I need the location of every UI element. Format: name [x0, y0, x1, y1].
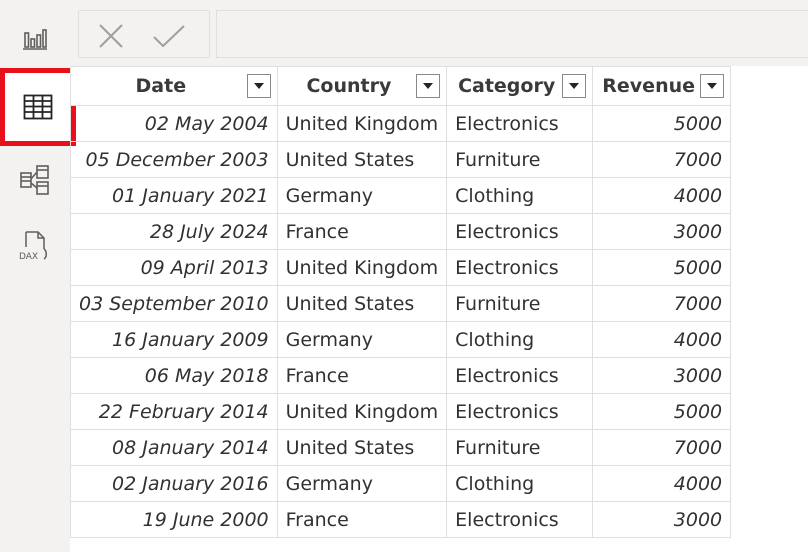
model-view-button[interactable] [4, 148, 66, 212]
column-header-label: Country [306, 75, 392, 97]
cell-revenue[interactable]: 3000 [592, 357, 732, 394]
cell-date[interactable]: 01 January 2021 [70, 177, 278, 214]
report-view-button[interactable] [4, 6, 66, 70]
filter-dropdown-button[interactable] [700, 74, 725, 98]
cell-date[interactable]: 03 September 2010 [70, 285, 278, 322]
cell-category[interactable]: Electronics [446, 501, 594, 538]
cell-country[interactable]: United Kingdom [276, 105, 448, 142]
bar-chart-icon [23, 29, 47, 50]
cell-revenue[interactable]: 4000 [592, 465, 732, 502]
table-row[interactable]: 06 May 2018 France Electronics 3000 [70, 357, 732, 394]
cell-revenue[interactable]: 5000 [592, 249, 732, 286]
chevron-down-icon [253, 83, 264, 89]
cell-category[interactable]: Clothing [446, 465, 594, 502]
column-header-country[interactable]: Country [276, 66, 448, 106]
column-header-label: Revenue [602, 75, 696, 97]
table-row[interactable]: 03 September 2010 United States Furniture 7… [70, 285, 732, 322]
cell-country[interactable]: Germany [276, 177, 448, 214]
cell-category[interactable]: Clothing [446, 321, 594, 358]
cell-revenue[interactable]: 5000 [592, 393, 732, 430]
table-row[interactable]: 28 July 2024 France Electronics 3000 [70, 213, 732, 250]
cell-country[interactable]: United States [276, 429, 448, 466]
table-row[interactable]: 05 December 2003 United States Furniture 70… [70, 141, 732, 178]
data-table: Date Country Category Revenue 02 May 200… [70, 66, 732, 538]
cell-revenue[interactable]: 3000 [592, 501, 732, 538]
formula-bar [70, 0, 808, 66]
commit-button[interactable] [147, 21, 191, 51]
cell-date[interactable]: 16 January 2009 [70, 321, 278, 358]
cell-date[interactable]: 06 May 2018 [70, 357, 278, 394]
cell-country[interactable]: France [276, 213, 448, 250]
cell-category[interactable]: Electronics [446, 105, 594, 142]
cancel-button[interactable] [89, 21, 133, 51]
cell-date[interactable]: 08 January 2014 [70, 429, 278, 466]
cell-revenue[interactable]: 7000 [592, 429, 732, 466]
dax-document-icon: DAX [19, 231, 47, 262]
cell-category[interactable]: Electronics [446, 249, 594, 286]
dax-query-view-button[interactable]: DAX [4, 214, 66, 278]
cell-date[interactable]: 19 June 2000 [70, 501, 278, 538]
cell-category[interactable]: Clothing [446, 177, 594, 214]
cell-date[interactable]: 09 April 2013 [70, 249, 278, 286]
column-header-date[interactable]: Date [70, 66, 278, 106]
table-row[interactable]: 01 January 2021 Germany Clothing 4000 [70, 177, 732, 214]
cell-country[interactable]: Germany [276, 465, 448, 502]
cell-country[interactable]: United Kingdom [276, 249, 448, 286]
header-row: Date Country Category Revenue [70, 66, 732, 106]
close-icon [99, 24, 123, 48]
cell-date[interactable]: 05 December 2003 [70, 141, 278, 178]
cell-revenue[interactable]: 4000 [592, 321, 732, 358]
checkmark-icon [153, 25, 185, 48]
cell-date[interactable]: 02 May 2004 [70, 105, 278, 142]
column-header-label: Date [135, 75, 187, 97]
table-row[interactable]: 02 May 2004 United Kingdom Electronics 5000 [70, 105, 732, 142]
filter-dropdown-button[interactable] [562, 74, 587, 98]
cell-category[interactable]: Electronics [446, 357, 594, 394]
cell-revenue[interactable]: 5000 [592, 105, 732, 142]
table-view-button[interactable] [0, 68, 76, 146]
cell-category[interactable]: Electronics [446, 393, 594, 430]
column-header-label: Category [458, 75, 556, 97]
cell-country[interactable]: France [276, 501, 448, 538]
table-row[interactable]: 16 January 2009 Germany Clothing 4000 [70, 321, 732, 358]
formula-actions [78, 10, 210, 58]
cell-country[interactable]: United Kingdom [276, 393, 448, 430]
chevron-down-icon [569, 83, 580, 89]
filter-dropdown-button[interactable] [416, 74, 441, 98]
cell-category[interactable]: Furniture [446, 285, 594, 322]
chevron-down-icon [423, 83, 434, 89]
cell-revenue[interactable]: 7000 [592, 285, 732, 322]
cell-revenue[interactable]: 7000 [592, 141, 732, 178]
cell-category[interactable]: Electronics [446, 213, 594, 250]
cell-country[interactable]: France [276, 357, 448, 394]
cell-country[interactable]: United States [276, 285, 448, 322]
cell-country[interactable]: United States [276, 141, 448, 178]
table-row[interactable]: 22 February 2014 United Kingdom Electronic… [70, 393, 732, 430]
column-header-category[interactable]: Category [446, 66, 594, 106]
cell-revenue[interactable]: 3000 [592, 213, 732, 250]
chevron-down-icon [707, 83, 718, 89]
cell-category[interactable]: Furniture [446, 141, 594, 178]
filter-dropdown-button[interactable] [246, 74, 271, 98]
column-header-revenue[interactable]: Revenue [592, 66, 732, 106]
formula-input[interactable] [216, 10, 808, 58]
model-diagram-icon [20, 165, 49, 195]
cell-date[interactable]: 22 February 2014 [70, 393, 278, 430]
view-switcher-rail: DAX [0, 0, 76, 552]
table-row[interactable]: 09 April 2013 United Kingdom Electronics 50… [70, 249, 732, 286]
dax-label: DAX [19, 252, 38, 262]
table-grid-icon [23, 94, 53, 120]
table-row[interactable]: 08 January 2014 United States Furniture 700… [70, 429, 732, 466]
table-row[interactable]: 19 June 2000 France Electronics 3000 [70, 501, 732, 538]
cell-category[interactable]: Furniture [446, 429, 594, 466]
cell-date[interactable]: 28 July 2024 [70, 213, 278, 250]
cell-revenue[interactable]: 4000 [592, 177, 732, 214]
cell-country[interactable]: Germany [276, 321, 448, 358]
table-row[interactable]: 02 January 2016 Germany Clothing 4000 [70, 465, 732, 502]
cell-date[interactable]: 02 January 2016 [70, 465, 278, 502]
